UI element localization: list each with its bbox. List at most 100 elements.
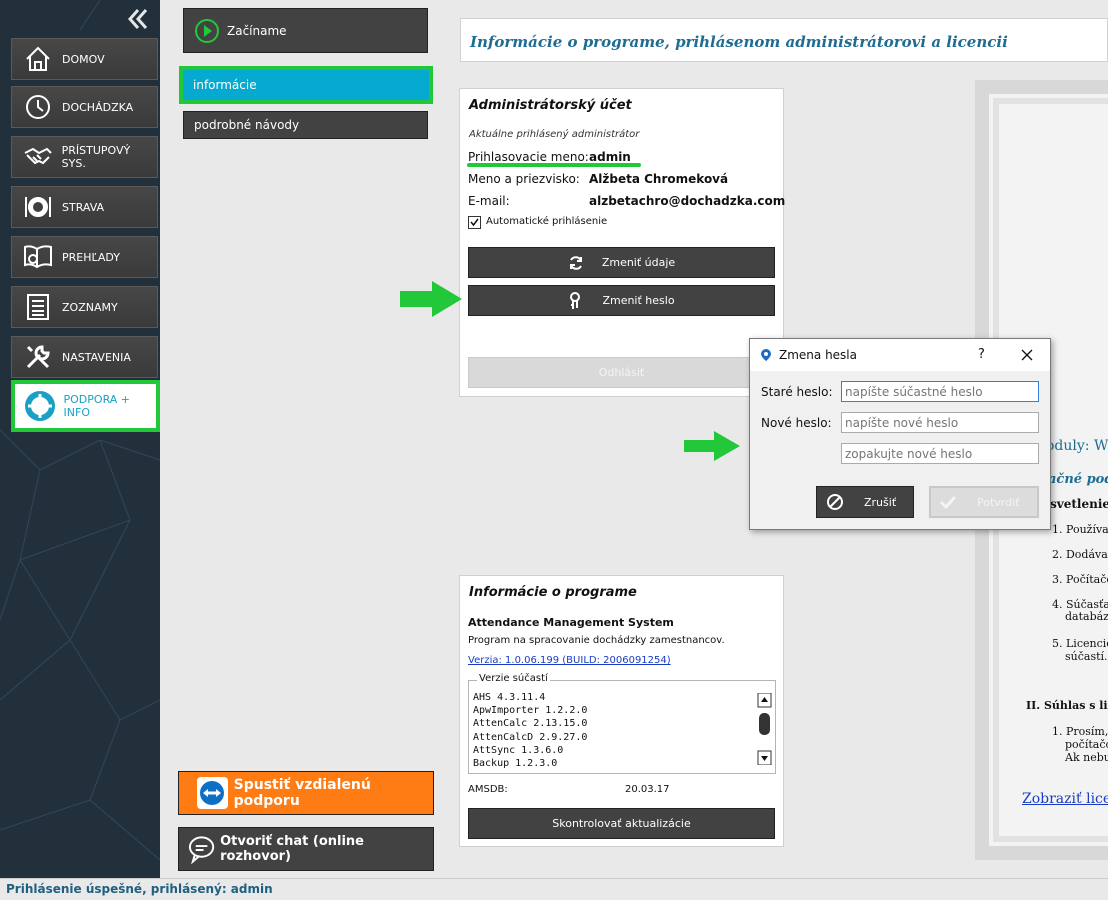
old-password-input[interactable]	[841, 381, 1039, 402]
background-network-pattern	[0, 0, 160, 861]
remote-support-button[interactable]: Spustiť vzdialenú podporu	[178, 771, 434, 815]
admin-subtitle: Aktuálne prihlásený administrátor	[469, 129, 640, 140]
handshake-icon	[20, 139, 56, 175]
confirm-button[interactable]: Potvrdiť	[929, 486, 1039, 518]
book-search-icon	[20, 239, 56, 275]
list-icon	[20, 289, 56, 325]
clock-icon	[20, 89, 56, 125]
confirm-label: Potvrdiť	[977, 495, 1020, 509]
keys-icon	[570, 291, 581, 309]
scrollbar-graphic	[757, 692, 772, 766]
house-icon	[20, 41, 56, 77]
dialog-titlebar: Zmena hesla ?	[750, 339, 1050, 371]
amsdb-label: AMSDB:	[468, 784, 508, 795]
location-pin-icon	[761, 349, 771, 361]
license-heading: ačné pod	[1048, 472, 1108, 487]
page-header: Informácie o programe, prihlásenom admin…	[460, 18, 1108, 62]
check-updates-button[interactable]: Skontrolovať aktualizácie	[468, 808, 775, 839]
license-item: databázy	[1065, 610, 1108, 623]
logout-button[interactable]: Odhlásiť	[468, 357, 775, 388]
cancel-label: Zrušiť	[864, 495, 897, 509]
components-list[interactable]: AHS 4.3.11.4 ApwImporter 1.2.2.0 AttenCa…	[473, 691, 753, 770]
auto-login-label: Automatické prihlásenie	[486, 216, 608, 227]
nav-label: DOMOV	[62, 52, 105, 66]
nav-label: PREHĽADY	[62, 250, 120, 264]
list-item: AttSync 1.3.6.0	[473, 744, 564, 756]
wrench-tools-icon	[20, 339, 56, 375]
collapse-nav-icon[interactable]	[128, 8, 148, 30]
email-value: alzbetachro@dochadzka.com	[589, 194, 786, 208]
admin-account-panel: Administrátorský účet Aktuálne prihlásen…	[459, 88, 784, 397]
license-explain: svetlenie p	[1050, 497, 1108, 511]
open-chat-button[interactable]: Otvoriť chat (online rozhovor)	[178, 827, 434, 871]
change-data-button[interactable]: Zmeniť údaje	[468, 247, 775, 278]
cancel-button[interactable]: Zrušiť	[816, 486, 914, 518]
change-data-label: Zmeniť údaje	[601, 256, 676, 269]
amsdb-value: 20.03.17	[625, 784, 670, 795]
nav-item-lists[interactable]: ZOZNAMY	[11, 286, 158, 328]
list-item: ApwImporter 1.2.2.0	[473, 705, 588, 717]
license-item: 2. Dodávat	[1052, 548, 1108, 561]
components-label: Verzie súčastí	[477, 673, 550, 684]
guides-label: podrobné návody	[194, 118, 300, 132]
nav-item-overviews[interactable]: PREHĽADY	[11, 236, 158, 278]
cancel-icon	[827, 494, 843, 510]
plate-cutlery-icon	[20, 189, 56, 225]
new-password-label: Nové heslo:	[761, 416, 832, 430]
license-item: súčastí.	[1065, 650, 1108, 663]
license-paragraph: počítačov	[1065, 738, 1108, 751]
nav-item-attendance[interactable]: DOCHÁDZKA	[11, 86, 158, 128]
license-section-2: II. Súhlas s lice	[1026, 699, 1108, 712]
program-description: Program na spracovanie dochádzky zamestn…	[468, 635, 725, 646]
refresh-icon	[569, 255, 582, 270]
remote-support-label: Spustiť vzdialenú podporu	[233, 777, 371, 809]
nav-item-access-system[interactable]: PRÍSTUPOVÝ SYS.	[11, 136, 158, 178]
nav-item-meals[interactable]: STRAVA	[11, 186, 158, 228]
page-title: Informácie o programe, prihlásenom admin…	[470, 33, 1008, 51]
nav-item-support-info[interactable]: PODPORA + INFO	[11, 380, 160, 432]
change-password-dialog: Zmena hesla ? Staré heslo: Nové heslo: Z…	[749, 338, 1051, 530]
nav-label: STRAVA	[62, 200, 105, 214]
info-label: informácie	[193, 78, 257, 92]
old-password-label: Staré heslo:	[761, 385, 833, 399]
nav-label: DOCHÁDZKA	[62, 100, 134, 114]
green-arrow-icon	[684, 431, 740, 461]
admin-panel-title: Administrátorský účet	[469, 98, 632, 113]
info-tab[interactable]: informácie	[179, 66, 433, 104]
license-link[interactable]: Zobraziť licenc	[1022, 791, 1108, 807]
nav-item-settings[interactable]: NASTAVENIA	[11, 336, 158, 378]
guides-button[interactable]: podrobné návody	[183, 111, 428, 139]
nav-label: PRÍSTUPOVÝ SYS.	[61, 144, 131, 170]
close-icon[interactable]	[1021, 349, 1033, 361]
email-label: E-mail:	[468, 194, 510, 208]
list-item: AttenCalcD 2.9.27.0	[473, 731, 588, 743]
name-value: Alžbeta Chromeková	[589, 172, 729, 186]
green-arrow-icon	[400, 281, 462, 317]
checkmark-icon	[939, 495, 957, 510]
change-password-label: Zmeniť heslo	[602, 294, 675, 307]
license-item: 5. Licenciou	[1052, 637, 1108, 650]
status-text: Prihlásenie úspešné, prihlásený: admin	[6, 882, 273, 896]
nav-item-home[interactable]: DOMOV	[11, 38, 158, 80]
program-info-panel: Informácie o programe Attendance Managem…	[459, 575, 784, 847]
teamviewer-icon	[197, 777, 228, 809]
open-chat-label: Otvoriť chat (online rozhovor)	[220, 834, 364, 864]
new-password-input[interactable]	[841, 412, 1039, 433]
repeat-password-input[interactable]	[841, 443, 1039, 464]
name-label: Meno a priezvisko:	[468, 172, 580, 186]
checkmark-icon	[470, 218, 479, 227]
auto-login-checkbox[interactable]	[468, 216, 481, 229]
license-modules: oduly: WE	[1046, 438, 1108, 454]
program-name: Attendance Management System	[468, 616, 674, 629]
change-password-button[interactable]: Zmeniť heslo	[468, 285, 775, 316]
start-button[interactable]: Začíname	[183, 8, 428, 53]
license-paragraph: 1. Prosím, p	[1052, 725, 1108, 738]
dialog-help-button[interactable]: ?	[978, 347, 985, 362]
lifebuoy-icon	[23, 388, 58, 424]
program-version-link[interactable]: Verzia: 1.0.06.199 (BUILD: 2006091254)	[468, 655, 671, 666]
green-underline	[467, 163, 641, 167]
dialog-title: Zmena hesla	[779, 348, 857, 362]
chat-bubble-icon	[188, 836, 215, 864]
start-label: Začíname	[227, 23, 287, 38]
scrollbar[interactable]	[757, 692, 772, 766]
